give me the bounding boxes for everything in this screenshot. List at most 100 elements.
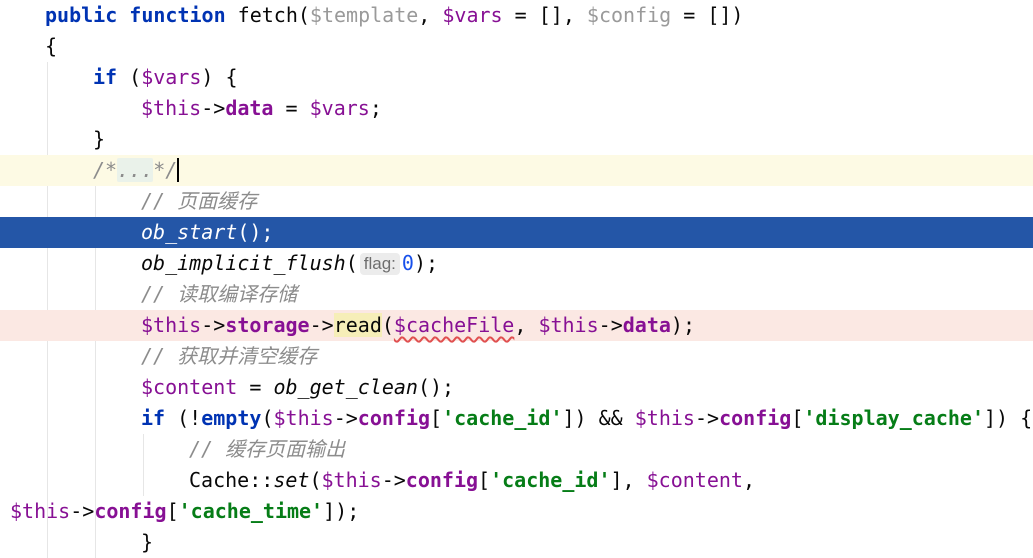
- var-content: $content: [141, 375, 238, 399]
- function-call-ob-get-clean: ob_get_clean: [273, 375, 418, 399]
- code-line-9[interactable]: ob_implicit_flush(flag: 0);: [0, 248, 1033, 279]
- method-read: read: [333, 313, 382, 337]
- close-brace: }: [141, 530, 154, 554]
- paren: (: [345, 251, 358, 275]
- var-cachefile-undefined: $cacheFile: [393, 313, 515, 337]
- paren: (: [261, 406, 274, 430]
- open-brace: {: [45, 34, 58, 58]
- arrow-operator: ->: [201, 96, 226, 120]
- arrow-operator: ->: [598, 313, 623, 337]
- field-data: data: [225, 96, 274, 120]
- field-storage: storage: [225, 313, 310, 337]
- bracket: [: [166, 499, 179, 523]
- code-line-12[interactable]: // 获取并清空缓存: [0, 341, 1033, 372]
- code-line-2[interactable]: {: [0, 31, 1033, 62]
- var-this: $this: [321, 468, 382, 492]
- function-name: fetch(: [225, 3, 310, 27]
- separator: ,: [514, 313, 539, 337]
- code-line-1[interactable]: public function fetch($template, $vars =…: [0, 0, 1033, 31]
- paren: (: [309, 468, 322, 492]
- field-config: config: [405, 468, 479, 492]
- arrow-operator: ->: [381, 468, 406, 492]
- class-cache: Cache: [189, 468, 250, 492]
- code-line-7[interactable]: // 页面缓存: [0, 186, 1033, 217]
- method-set: set: [273, 468, 310, 492]
- string-cache-time: 'cache_time': [178, 499, 324, 523]
- comment: // 页面缓存: [141, 189, 258, 213]
- keyword-empty: empty: [201, 406, 262, 430]
- field-config: config: [719, 406, 792, 430]
- code-line-13[interactable]: $content = ob_get_clean();: [0, 372, 1033, 403]
- code-line-15[interactable]: // 缓存页面输出: [0, 434, 1033, 465]
- bracket: [: [791, 406, 804, 430]
- field-data: data: [622, 313, 671, 337]
- var-this: $this: [634, 406, 695, 430]
- separator: ,: [418, 3, 443, 27]
- call-parens: ();: [417, 375, 455, 399]
- close-brace: }: [93, 127, 106, 151]
- code-line-17[interactable]: $this->config['cache_time']);: [0, 496, 1033, 527]
- default-values: = []): [671, 3, 744, 27]
- var-vars: $vars: [309, 96, 370, 120]
- param-template: $template: [309, 3, 419, 27]
- function-call-ob-implicit-flush: ob_implicit_flush: [141, 251, 346, 275]
- field-config: config: [357, 406, 431, 430]
- code-line-11[interactable]: $this->storage->read($cacheFile, $this->…: [0, 310, 1033, 341]
- param-config: $config: [586, 3, 672, 27]
- bracket-and: ]) &&: [562, 406, 635, 430]
- comment: // 获取并清空缓存: [141, 344, 318, 368]
- separator: ,: [742, 468, 756, 492]
- code-line-3[interactable]: if ($vars) {: [0, 62, 1033, 93]
- var-this: $this: [273, 406, 334, 430]
- bracket-separator: ],: [610, 468, 647, 492]
- arrow-operator: ->: [201, 313, 226, 337]
- code-line-8[interactable]: ob_start();: [0, 217, 1033, 248]
- fold-prefix: /*: [93, 158, 118, 182]
- var-this: $this: [538, 313, 599, 337]
- arrow-operator: ->: [333, 406, 358, 430]
- var-this: $this: [141, 96, 202, 120]
- string-display-cache: 'display_cache': [803, 406, 984, 430]
- keyword-if: if: [93, 65, 118, 89]
- string-cache-id: 'cache_id': [490, 468, 611, 492]
- text-caret: [177, 158, 180, 182]
- keyword-function: function: [129, 3, 226, 27]
- assign-operator: =: [237, 375, 274, 399]
- code-line-5[interactable]: }: [0, 124, 1033, 155]
- semicolon: ;: [369, 96, 382, 120]
- var-vars: $vars: [141, 65, 202, 89]
- function-call-ob-start: ob_start: [141, 220, 238, 244]
- paren-semicolon: );: [413, 251, 439, 275]
- call-parens: ();: [237, 220, 274, 244]
- code-line-10[interactable]: // 读取编译存储: [0, 279, 1033, 310]
- bracket-brace: ]) {: [984, 406, 1033, 430]
- keyword-public: public: [45, 3, 118, 27]
- code-line-18[interactable]: }: [0, 527, 1033, 558]
- keyword-if: if: [141, 406, 166, 430]
- arrow-operator: ->: [70, 499, 95, 523]
- paren: (: [381, 313, 394, 337]
- code-line-6[interactable]: /*...*/: [0, 155, 1033, 186]
- code-line-4[interactable]: $this->data = $vars;: [0, 93, 1033, 124]
- paren-semicolon: );: [670, 313, 696, 337]
- code-editor[interactable]: public function fetch($template, $vars =…: [0, 0, 1033, 558]
- folded-comment[interactable]: ...: [117, 158, 154, 182]
- arrow-operator: ->: [694, 406, 720, 430]
- assign-operator: =: [273, 96, 310, 120]
- paren-brace: ) {: [201, 65, 238, 89]
- field-config: config: [94, 499, 167, 523]
- var-this: $this: [10, 499, 71, 523]
- parameter-hint: flag:: [359, 253, 400, 275]
- param-vars: $vars: [442, 3, 503, 27]
- code-line-16[interactable]: Cache::set($this->config['cache_id'], $c…: [0, 465, 1033, 496]
- bracket: [: [478, 468, 491, 492]
- code-line-14[interactable]: if (!empty($this->config['cache_id']) &&…: [0, 403, 1033, 434]
- comment: // 缓存页面输出: [189, 437, 346, 461]
- blank-overlay: [765, 467, 1033, 494]
- var-this: $this: [141, 313, 202, 337]
- var-content: $content: [646, 468, 743, 492]
- number-literal: 0: [401, 251, 414, 275]
- comment: // 读取编译存储: [141, 282, 298, 306]
- arrow-operator: ->: [309, 313, 334, 337]
- default-values: = [],: [502, 3, 587, 27]
